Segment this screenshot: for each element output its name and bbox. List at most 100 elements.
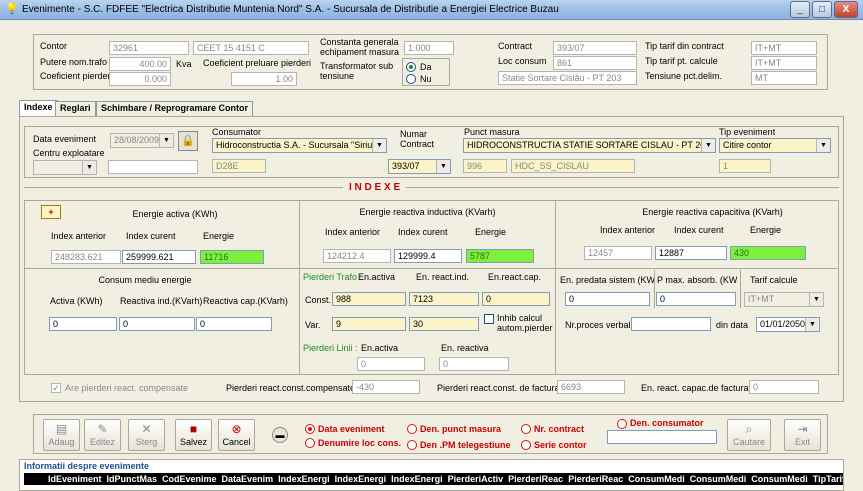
tip-tarif-contract-field[interactable]: IT+MT	[751, 41, 817, 55]
stop-icon[interactable]: ▬	[272, 427, 288, 443]
centru-select[interactable]: ▼	[33, 160, 97, 175]
radio-den-pm[interactable]	[407, 440, 417, 450]
contor-field[interactable]: 32961	[109, 41, 189, 55]
coef-preluare-field[interactable]: 1.00	[231, 72, 297, 86]
predata-field[interactable]: 0	[565, 292, 650, 306]
col-header[interactable]: ConsumMedi	[751, 473, 813, 485]
radio-serie-contor[interactable]	[521, 440, 531, 450]
tab-schimbare-contor[interactable]: Schimbare / Reprogramare Contor	[96, 101, 254, 116]
data-eveniment-value: 28/08/2009	[114, 135, 160, 145]
const-ind-field[interactable]: 7123	[409, 292, 479, 306]
contract-code-field[interactable]: 996	[463, 159, 507, 173]
activa-anterior-field[interactable]: 248283.621	[51, 250, 121, 264]
facturat-field[interactable]: 6693	[557, 380, 625, 394]
data-eveniment-picker[interactable]: 28/08/2009 ▼	[110, 133, 174, 148]
sterg-button[interactable]: ✕ Sterg	[128, 419, 165, 451]
cancel-button[interactable]: ⊗ Cancel	[218, 419, 255, 451]
close-button[interactable]: X	[834, 1, 858, 18]
add-plus-button[interactable]: +	[41, 205, 61, 219]
col-header[interactable]: IndexEnergi	[391, 473, 448, 485]
tarif-calcule-select[interactable]: IT+MT ▼	[744, 292, 824, 307]
col-header[interactable]: IdPunctMas	[107, 473, 163, 485]
inductiva-anterior-field[interactable]: 124212.4	[323, 249, 391, 263]
minimize-button[interactable]: _	[790, 1, 810, 18]
pmax-label: P max. absorb. (KW)	[657, 275, 737, 285]
centru-code-field[interactable]	[108, 160, 198, 174]
pmax-field[interactable]: 0	[656, 292, 736, 306]
inhib-checkbox[interactable]	[484, 314, 494, 324]
editez-button[interactable]: ✎ Editez	[84, 419, 121, 451]
punct-code-field[interactable]: HDC_SS_CISLAU	[511, 159, 635, 173]
linii-reactiva-field[interactable]: 0	[439, 357, 509, 371]
capac-field[interactable]: 0	[749, 380, 819, 394]
punct-masura-select[interactable]: HIDROCONSTRUCTIA STATIE SORTARE CISLAU -…	[463, 138, 716, 153]
search-input[interactable]	[607, 430, 717, 444]
din-data-label: din data	[716, 320, 749, 330]
const-activa-field[interactable]: 988	[332, 292, 406, 306]
radio-denumire-loc[interactable]	[305, 438, 315, 448]
col-header[interactable]: ConsumMedi	[628, 473, 690, 485]
coef-pierderi-field[interactable]: 0.000	[109, 72, 171, 86]
info-header-row: IdEveniment IdPunctMas CodEvenime DataEveni…	[24, 473, 843, 485]
salvez-button[interactable]: ■ Salvez	[175, 419, 212, 451]
capacitiva-curent-field[interactable]: 12887	[655, 246, 727, 260]
din-data-picker[interactable]: 01/01/2050 ▼	[756, 317, 820, 332]
putere-label: Putere nom.trafo	[40, 57, 108, 67]
adaug-button[interactable]: ▤ Adaug	[43, 419, 80, 451]
putere-field[interactable]: 400.00	[109, 57, 171, 71]
loc-consum-field[interactable]: 861	[553, 56, 637, 70]
tensiune-label: Tensiune pct.delim.	[645, 71, 723, 81]
tab-reglari[interactable]: Reglari	[55, 101, 96, 116]
tip-code-field[interactable]: 1	[719, 159, 771, 173]
numar-contract-select[interactable]: 393/07 ▼	[388, 159, 451, 174]
col-header[interactable]: TipTarif	[813, 473, 843, 485]
radio-data-eveniment[interactable]	[305, 424, 315, 434]
tip-tarif-calcule-label: Tip tarif pt. calcule	[645, 56, 718, 66]
inductiva-curent-field[interactable]: 129999.4	[394, 249, 462, 263]
label-den-punct: Den. punct masura	[420, 424, 502, 434]
consum-capacitiva-field[interactable]: 0	[196, 317, 272, 331]
consumator-code-field[interactable]: D28E	[212, 159, 266, 173]
const-cap-field[interactable]: 0	[482, 292, 550, 306]
consumator-select[interactable]: Hidroconstructia S.A. - Sucursala "Siriu…	[212, 138, 387, 153]
contor-desc-field[interactable]: CEET 15 4151 C	[193, 41, 309, 55]
da-radio[interactable]	[406, 62, 416, 72]
exit-button[interactable]: ⇥ Exit	[784, 419, 821, 451]
constanta-field[interactable]: 1.000	[404, 41, 454, 55]
activa-curent-field[interactable]: 259999.621	[122, 250, 196, 264]
col-header[interactable]: ConsumMedi	[690, 473, 752, 485]
capacitiva-anterior-field[interactable]: 12457	[584, 246, 652, 260]
radio-den-consumator[interactable]	[617, 419, 627, 429]
cautare-button[interactable]: ⌕ Cautare	[727, 419, 771, 451]
col-header[interactable]: IdEveniment	[48, 473, 107, 485]
compensate-checkbox[interactable]: ✓	[51, 383, 61, 393]
nu-radio[interactable]	[406, 74, 416, 84]
contract-label: Contract	[498, 41, 533, 51]
tensiune-field[interactable]: MT	[751, 71, 817, 85]
label-data-eveniment: Data eveniment	[318, 424, 385, 434]
loc-consum-desc-field[interactable]: Statie Sortare Cislău - PT 203	[498, 71, 637, 85]
col-header[interactable]: PierderiReac	[568, 473, 628, 485]
radio-den-punct[interactable]	[407, 424, 417, 434]
consum-inductiva-field[interactable]: 0	[119, 317, 195, 331]
contract-field[interactable]: 393/07	[553, 41, 637, 55]
col-header[interactable]: PierderiReac	[508, 473, 568, 485]
consum-activa-field[interactable]: 0	[49, 317, 117, 331]
lock-icon[interactable]: 🔒	[178, 131, 198, 151]
proces-verbal-field[interactable]	[631, 317, 711, 331]
divider-1	[299, 200, 300, 375]
maximize-button[interactable]: □	[812, 1, 832, 18]
col-header[interactable]: CodEvenime	[162, 473, 222, 485]
linii-activa-field[interactable]: 0	[357, 357, 425, 371]
radio-nr-contract[interactable]	[521, 424, 531, 434]
var-activa-field[interactable]: 9	[332, 317, 406, 331]
tip-eveniment-select[interactable]: Citire contor ▼	[719, 138, 831, 153]
col-header[interactable]: PierderiActiv	[448, 473, 509, 485]
col-header[interactable]: IndexEnergi	[278, 473, 335, 485]
const-comp-field[interactable]: -430	[352, 380, 420, 394]
col-header[interactable]: DataEvenim	[222, 473, 279, 485]
col-header[interactable]: IndexEnergi	[335, 473, 392, 485]
tab-indexe[interactable]: Indexe	[19, 100, 58, 117]
tip-tarif-calcule-field[interactable]: IT+MT	[751, 56, 817, 70]
var-ind-field[interactable]: 30	[409, 317, 479, 331]
